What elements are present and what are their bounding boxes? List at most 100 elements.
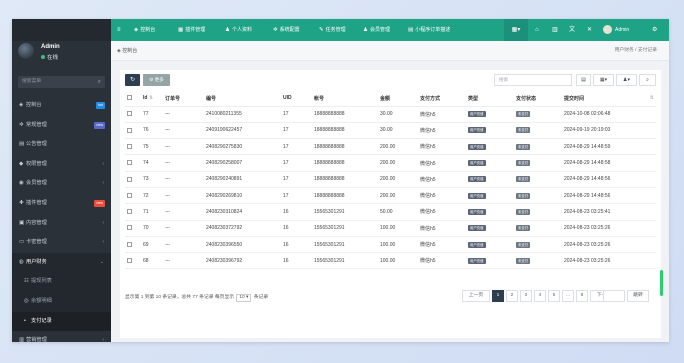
table-row[interactable]: 68 --- 2408230396792 16 15565301291 100.00 微信h… bbox=[125, 252, 656, 270]
table-row[interactable]: 72 --- 2408290269810 17 18888888888 200.00 微信h… bbox=[125, 187, 656, 205]
column-header[interactable]: 支付状态 bbox=[514, 91, 562, 107]
select-all-checkbox[interactable] bbox=[127, 95, 132, 101]
row-checkbox[interactable] bbox=[127, 127, 132, 133]
task-icon: ✎ bbox=[319, 27, 324, 33]
status-badge: 未支付 bbox=[516, 176, 531, 183]
sidebar-item-11[interactable]: ▪ 支付记录 bbox=[12, 311, 111, 332]
top-nav-item-5[interactable]: ♟ 会员管理 bbox=[363, 19, 390, 41]
page-button-1[interactable]: 1 bbox=[492, 290, 504, 302]
table-row[interactable]: 75 --- 2408290275830 17 18888888888 200.00 微信h… bbox=[125, 138, 656, 156]
sidebar-item-4[interactable]: ◉ 会员管理 ‹ bbox=[12, 174, 111, 194]
page-button-3[interactable]: 3 bbox=[520, 290, 532, 302]
sidebar-item-5[interactable]: ✚ 插件管理 new bbox=[12, 194, 111, 214]
column-header-label: 支付方式 bbox=[420, 95, 441, 102]
sidebar-item-6[interactable]: ▣ 内容管理 ‹ bbox=[12, 214, 111, 234]
trash-icon[interactable]: ▥ bbox=[552, 19, 558, 41]
advanced-search-icon[interactable]: ⌕ bbox=[639, 74, 656, 86]
cell-text: 74 bbox=[143, 160, 149, 167]
row-select-cell bbox=[125, 154, 141, 172]
admin-menu[interactable]: Admin bbox=[603, 19, 629, 41]
cell-text: 100.00 bbox=[380, 257, 396, 264]
cell-text: --- bbox=[165, 257, 170, 264]
chevron-icon: ‹ bbox=[102, 160, 104, 167]
column-header[interactable]: 订单号 bbox=[163, 91, 204, 107]
sidebar-item-3[interactable]: ◆ 权限管理 ‹ bbox=[12, 155, 111, 175]
column-header[interactable]: 类型 bbox=[466, 91, 514, 107]
row-checkbox[interactable] bbox=[127, 241, 132, 247]
row-checkbox[interactable] bbox=[127, 209, 132, 215]
sidebar-item-9[interactable]: ☷ 提现列表 bbox=[12, 272, 111, 292]
column-header[interactable]: 编号 bbox=[204, 91, 281, 107]
settings-gear-icon[interactable]: ⚙ bbox=[652, 19, 657, 41]
sidebar-item-label: 会员管理 bbox=[26, 180, 47, 187]
cell-text: 2024-08-29 14:48:58 bbox=[564, 160, 611, 167]
tab-dashboard[interactable]: ◈ 控制台 bbox=[117, 41, 137, 61]
sidebar-item-0[interactable]: ◈ 控制台 hot bbox=[12, 96, 111, 116]
cell-text: 15565301291 bbox=[314, 208, 345, 215]
jump-page-input[interactable] bbox=[603, 290, 625, 302]
language-icon[interactable]: 文 bbox=[569, 19, 575, 41]
table-row[interactable]: 76 --- 2409190622457 17 18888888888 30.00 微信h5… bbox=[125, 122, 656, 140]
column-header[interactable]: Id ⇅ bbox=[141, 91, 163, 107]
pagination-ellipsis[interactable]: ... bbox=[562, 290, 574, 302]
table-cell: 2024-08-29 14:48:58 bbox=[562, 154, 656, 172]
column-header[interactable]: 帐号 bbox=[312, 91, 378, 107]
column-header[interactable]: UID bbox=[281, 91, 312, 107]
scroll-indicator[interactable] bbox=[660, 270, 663, 296]
sidebar-item-10[interactable]: ◎ 余额明细 bbox=[12, 291, 111, 312]
row-checkbox[interactable] bbox=[127, 225, 132, 231]
home-icon[interactable]: ⌂ bbox=[535, 19, 539, 41]
sidebar-item-1[interactable]: ✲ 常规管理 new bbox=[12, 116, 111, 136]
column-header[interactable]: 金额 bbox=[378, 91, 418, 107]
fullscreen-icon[interactable]: ✕ bbox=[587, 19, 592, 41]
sidebar-item-7[interactable]: ▭ 卡密管理 ‹ bbox=[12, 233, 111, 253]
table-search-input[interactable]: 搜索 bbox=[494, 74, 572, 86]
table-row[interactable]: 77 --- 2410080211355 17 18888888888 30.00 微信h5… bbox=[125, 106, 656, 123]
export-dropdown-icon[interactable]: ♟▾ bbox=[616, 74, 637, 86]
grid-dropdown-icon[interactable]: ▦▾ bbox=[504, 19, 528, 41]
top-nav-item-1[interactable]: ▦ 插件管理 bbox=[178, 19, 205, 41]
row-checkbox[interactable] bbox=[127, 111, 132, 117]
top-nav-item-0[interactable]: ◈ 控制台 bbox=[134, 19, 155, 41]
sidebar-item-12[interactable]: ▥ 营销管理 ‹ bbox=[12, 331, 111, 342]
row-checkbox[interactable] bbox=[127, 257, 132, 263]
columns-dropdown-icon[interactable]: ▦▾ bbox=[593, 74, 614, 86]
sidebar-search-input[interactable]: 搜索菜单 ⌕ bbox=[18, 76, 105, 88]
table-cell: 2408230372792 bbox=[204, 220, 281, 237]
top-nav-item-2[interactable]: ♟ 个人资料 bbox=[225, 19, 252, 41]
table-row[interactable]: 70 --- 2408230372792 16 15565301291 100.00 微信h… bbox=[125, 220, 656, 237]
sidebar-item-8[interactable]: ◍ 用户财务 ⌄ bbox=[12, 252, 111, 273]
more-button[interactable]: ⚙ 更多 bbox=[143, 74, 170, 86]
page-button-2[interactable]: 2 bbox=[506, 290, 518, 302]
row-checkbox[interactable] bbox=[127, 176, 132, 182]
order-icon: ▤ bbox=[408, 27, 414, 33]
column-header[interactable]: 支付方式 bbox=[418, 91, 466, 107]
table-cell: 50.00 bbox=[378, 203, 418, 221]
table-row[interactable]: 73 --- 2408290240891 17 18888888888 200.00 微信h… bbox=[125, 171, 656, 188]
row-checkbox[interactable] bbox=[127, 192, 132, 198]
per-page-select[interactable]: 10 ▾ bbox=[236, 294, 252, 302]
top-nav-item-4[interactable]: ✎ 任务管理 bbox=[319, 19, 346, 41]
sort-icon[interactable]: ⇅ bbox=[147, 95, 153, 101]
row-checkbox[interactable] bbox=[127, 160, 132, 166]
table-row[interactable]: 71 --- 2408230310824 16 15565301291 50.00 微信h5… bbox=[125, 203, 656, 221]
search-icon[interactable]: ⌕ bbox=[98, 76, 101, 88]
jump-button[interactable]: 跳转 bbox=[627, 290, 649, 302]
page-button-4[interactable]: 4 bbox=[534, 290, 546, 302]
top-nav-item-3[interactable]: ✲ 系统配置 bbox=[273, 19, 300, 41]
sort-icon[interactable]: ⇅ bbox=[650, 95, 654, 101]
prev-page-button[interactable]: 上一页 bbox=[462, 290, 490, 302]
sidebar-item-2[interactable]: ▤ 公告管理 bbox=[12, 135, 111, 155]
toggle-view-icon[interactable]: ▤ bbox=[576, 74, 591, 86]
page-button-5[interactable]: 5 bbox=[548, 290, 560, 302]
refresh-button[interactable]: ↻ bbox=[125, 74, 140, 86]
avatar[interactable] bbox=[18, 43, 34, 59]
top-nav-item-6[interactable]: ▤ 小程序订单描述 bbox=[408, 19, 450, 41]
table-row[interactable]: 74 --- 2408290258007 17 18888888888 200.00 微信h… bbox=[125, 154, 656, 172]
table-row[interactable]: 69 --- 2408230396550 16 15565301291 100.00 微信h… bbox=[125, 236, 656, 254]
row-checkbox[interactable] bbox=[127, 143, 132, 149]
column-header[interactable]: 提交时间 ⇅ bbox=[562, 91, 656, 107]
menu-toggle-icon[interactable]: ≡ bbox=[117, 19, 121, 41]
page-button-8[interactable]: 8 bbox=[576, 290, 588, 302]
cell-text: 微信h5 bbox=[420, 225, 436, 232]
